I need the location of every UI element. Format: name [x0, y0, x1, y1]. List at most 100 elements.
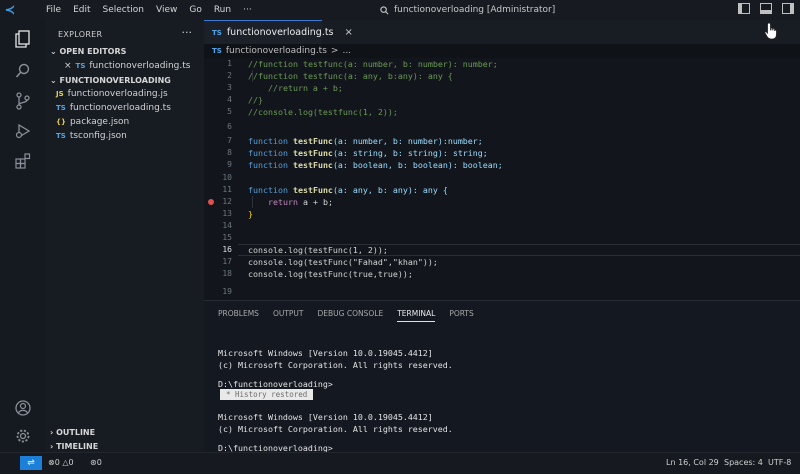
- line-number: 5: [227, 107, 232, 116]
- editor-tab-bar: TS functionoverloading.ts ×: [204, 20, 800, 44]
- tab-ports[interactable]: PORTS: [449, 309, 473, 322]
- tab-terminal[interactable]: TERMINAL: [397, 309, 436, 322]
- outline-label: OUTLINE: [56, 428, 96, 437]
- line-number: 17: [222, 257, 232, 266]
- breadcrumb-more[interactable]: ...: [342, 46, 351, 56]
- menu-go[interactable]: Go: [183, 5, 207, 15]
- extensions-icon[interactable]: [12, 150, 34, 172]
- layout-controls: [738, 3, 794, 14]
- breadcrumb-file[interactable]: functionoverloading.ts: [226, 46, 327, 56]
- menu-edit[interactable]: Edit: [67, 5, 96, 15]
- keyword: function: [248, 160, 288, 170]
- file-item-package-json[interactable]: {} package.json: [56, 117, 129, 127]
- keyword: function: [248, 136, 288, 146]
- code-line: }: [248, 209, 253, 219]
- line-number: 1: [227, 59, 232, 68]
- javascript-file-icon: JS: [56, 90, 64, 98]
- line-number: 4: [227, 95, 232, 104]
- run-debug-icon[interactable]: [12, 120, 34, 142]
- open-editors-section[interactable]: ⌄ OPEN EDITORS: [50, 47, 126, 56]
- line-number: 12: [222, 197, 232, 206]
- warning-count: 0: [68, 458, 74, 467]
- file-name: tsconfig.json: [69, 131, 127, 141]
- code-line: function testFunc(a: string, b: string):…: [248, 147, 488, 159]
- remote-indicator[interactable]: ⇌: [20, 456, 42, 470]
- settings-gear-icon[interactable]: [12, 425, 34, 447]
- project-section[interactable]: ⌄ FUNCTIONOVERLOADING: [50, 76, 171, 85]
- keyword: function: [248, 185, 288, 195]
- signature: (a: boolean, b: boolean): boolean;: [332, 160, 503, 170]
- line-number: 11: [222, 185, 232, 194]
- explorer-sidebar: EXPLORER ··· ⌄ OPEN EDITORS × TS functio…: [46, 20, 204, 452]
- line-number: 15: [222, 233, 232, 242]
- chevron-down-icon: ⌄: [50, 76, 60, 85]
- menu-run[interactable]: Run: [208, 5, 237, 15]
- explorer-icon[interactable]: [12, 28, 34, 50]
- line-number: 3: [227, 83, 232, 92]
- timeline-section[interactable]: › TIMELINE: [50, 442, 98, 451]
- toggle-panel-icon[interactable]: [760, 3, 772, 14]
- tab-problems[interactable]: PROBLEMS: [218, 309, 259, 322]
- json-file-icon: {}: [56, 118, 66, 126]
- line-number: 14: [222, 221, 232, 230]
- hand-cursor-icon: [764, 22, 777, 40]
- toggle-secondary-sidebar-icon[interactable]: [782, 3, 794, 14]
- file-item-functionoverloading-ts[interactable]: TS functionoverloading.ts: [56, 103, 171, 113]
- keyword: return: [267, 197, 298, 207]
- line-number: 13: [222, 209, 232, 218]
- menu-view[interactable]: View: [150, 5, 183, 15]
- editor-tab[interactable]: TS functionoverloading.ts ×: [204, 20, 353, 44]
- account-icon[interactable]: [12, 397, 34, 419]
- broadcast-icon: ⊛: [90, 458, 97, 467]
- tab-output[interactable]: OUTPUT: [273, 309, 304, 322]
- source-control-icon[interactable]: [12, 90, 34, 112]
- line-number: 9: [227, 160, 232, 169]
- menu-file[interactable]: File: [40, 5, 67, 15]
- toggle-sidebar-icon[interactable]: [738, 3, 750, 14]
- terminal-line: Microsoft Windows [Version 10.0.19045.44…: [218, 348, 433, 358]
- expression: a + b;: [297, 197, 333, 207]
- line-number: 2: [227, 71, 232, 80]
- problems-status[interactable]: ⊗0 △0: [48, 458, 74, 467]
- breadcrumb: TS functionoverloading.ts > ...: [212, 46, 351, 56]
- open-editors-label: OPEN EDITORS: [59, 47, 127, 56]
- activity-bar: [0, 20, 46, 452]
- cursor-position[interactable]: Ln 16, Col 29: [666, 458, 719, 467]
- code-line: console.log(testFunc(1, 2));: [248, 245, 388, 255]
- file-name: functionoverloading.ts: [69, 103, 171, 113]
- line-number: 7: [227, 136, 232, 145]
- keyword: function: [248, 148, 288, 158]
- panel-tabs: PROBLEMS OUTPUT DEBUG CONSOLE TERMINAL P…: [218, 309, 474, 322]
- ports-status[interactable]: ⊛0: [90, 458, 102, 467]
- error-count: 0: [54, 458, 60, 467]
- file-item-tsconfig-json[interactable]: TS tsconfig.json: [56, 131, 127, 141]
- code-line: function testFunc(a: number, b: number):…: [248, 135, 483, 147]
- command-center[interactable]: functionoverloading [Administrator]: [380, 3, 555, 17]
- line-number: 19: [222, 287, 232, 296]
- line-number: 6: [227, 122, 232, 131]
- file-item-functionoverloading-js[interactable]: JS functionoverloading.js: [56, 89, 168, 99]
- line-number: 16: [222, 245, 232, 254]
- vscode-logo-icon: ≺: [4, 2, 16, 18]
- search-icon: [380, 5, 389, 14]
- search-view-icon[interactable]: [12, 60, 34, 82]
- indentation[interactable]: Spaces: 4: [724, 458, 763, 467]
- close-icon[interactable]: ×: [64, 61, 72, 71]
- timeline-label: TIMELINE: [56, 442, 99, 451]
- typescript-file-icon: TS: [56, 104, 66, 112]
- ports-count: 0: [96, 458, 102, 467]
- code-line: function testFunc(a: any, b: any): any {: [248, 184, 448, 196]
- tab-debug-console[interactable]: DEBUG CONSOLE: [318, 309, 384, 322]
- tab-close-icon[interactable]: ×: [345, 27, 353, 38]
- history-restored-badge: * History restored: [220, 389, 314, 400]
- menu-selection[interactable]: Selection: [97, 5, 150, 15]
- code-editor[interactable]: 1 2 3 4 5 6 7 8 9 10 11 12 13 14 15 16 1…: [204, 58, 800, 300]
- explorer-more-button[interactable]: ···: [182, 26, 193, 39]
- function-name: testFunc: [292, 148, 333, 158]
- open-editor-item[interactable]: × TS functionoverloading.ts: [64, 61, 190, 71]
- encoding[interactable]: UTF-8: [768, 458, 791, 467]
- menu-more[interactable]: ···: [237, 5, 258, 15]
- outline-section[interactable]: › OUTLINE: [50, 428, 95, 437]
- menu-bar: File Edit Selection View Go Run ···: [40, 5, 258, 15]
- code-line: //console.log(testfunc(1, 2));: [248, 107, 398, 117]
